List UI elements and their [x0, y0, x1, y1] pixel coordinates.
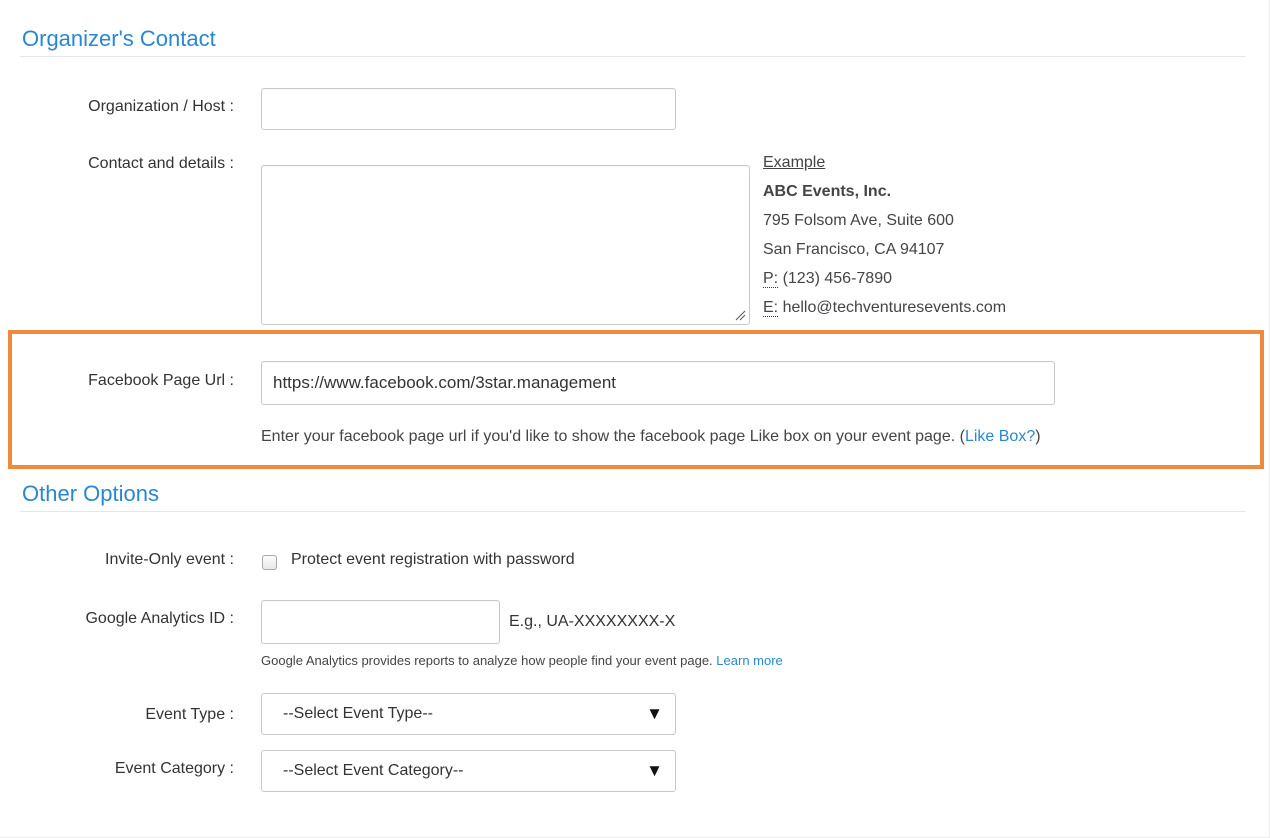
- example-email: E: hello@techventuresevents.com: [763, 293, 1006, 322]
- caret-down-icon: ▼: [646, 761, 663, 780]
- event-type-selected: --Select Event Type--: [283, 705, 433, 722]
- ga-id-input[interactable]: [261, 600, 500, 644]
- phone-number: (123) 456-7890: [778, 270, 892, 287]
- facebook-url-input[interactable]: https://www.facebook.com/3star.managemen…: [261, 361, 1055, 405]
- ga-help-text: Google Analytics provides reports to ana…: [261, 653, 783, 668]
- event-category-selected: --Select Event Category--: [283, 762, 464, 779]
- invite-only-checkbox[interactable]: [262, 555, 277, 570]
- contact-textarea[interactable]: [261, 165, 750, 325]
- learn-more-link[interactable]: Learn more: [716, 653, 782, 668]
- event-type-select[interactable]: --Select Event Type-- ▼: [261, 693, 676, 735]
- resize-grip-icon[interactable]: [734, 309, 746, 321]
- contact-example: Example ABC Events, Inc. 795 Folsom Ave,…: [763, 148, 1006, 322]
- like-box-link[interactable]: Like Box?: [965, 428, 1035, 445]
- section-title-other: Other Options: [22, 481, 159, 506]
- invite-only-checkbox-label[interactable]: Protect event registration with password: [291, 551, 575, 569]
- event-category-label: Event Category :: [114, 760, 234, 777]
- example-company: ABC Events, Inc.: [763, 183, 892, 200]
- example-phone: P: (123) 456-7890: [763, 264, 1006, 293]
- email-address: hello@techventuresevents.com: [778, 299, 1007, 316]
- email-abbr: E:: [763, 299, 779, 317]
- contact-label: Contact and details :: [88, 155, 234, 172]
- event-category-select[interactable]: --Select Event Category-- ▼: [261, 750, 676, 792]
- facebook-help-text: Enter your facebook page url if you'd li…: [261, 428, 1041, 446]
- ga-id-label: Google Analytics ID :: [85, 610, 234, 627]
- section-title-organizer: Organizer's Contact: [22, 26, 216, 51]
- example-address-line2: San Francisco, CA 94107: [763, 241, 945, 258]
- invite-only-label: Invite-Only event :: [105, 551, 234, 568]
- organization-input[interactable]: [261, 88, 676, 130]
- ga-id-example: E.g., UA-XXXXXXXX-X: [509, 613, 676, 630]
- organization-label: Organization / Host :: [88, 98, 234, 115]
- facebook-help-body: Enter your facebook page url if you'd li…: [261, 428, 965, 445]
- event-type-label: Event Type :: [145, 706, 234, 723]
- section-divider: [20, 511, 1246, 512]
- ga-help-body: Google Analytics provides reports to ana…: [261, 653, 713, 668]
- facebook-help-end: ): [1035, 428, 1041, 445]
- section-divider: [20, 56, 1246, 57]
- example-address-line1: 795 Folsom Ave, Suite 600: [763, 212, 954, 229]
- phone-abbr: P:: [763, 270, 779, 288]
- facebook-label: Facebook Page Url :: [88, 372, 234, 389]
- caret-down-icon: ▼: [646, 704, 663, 723]
- example-heading: Example: [763, 154, 826, 171]
